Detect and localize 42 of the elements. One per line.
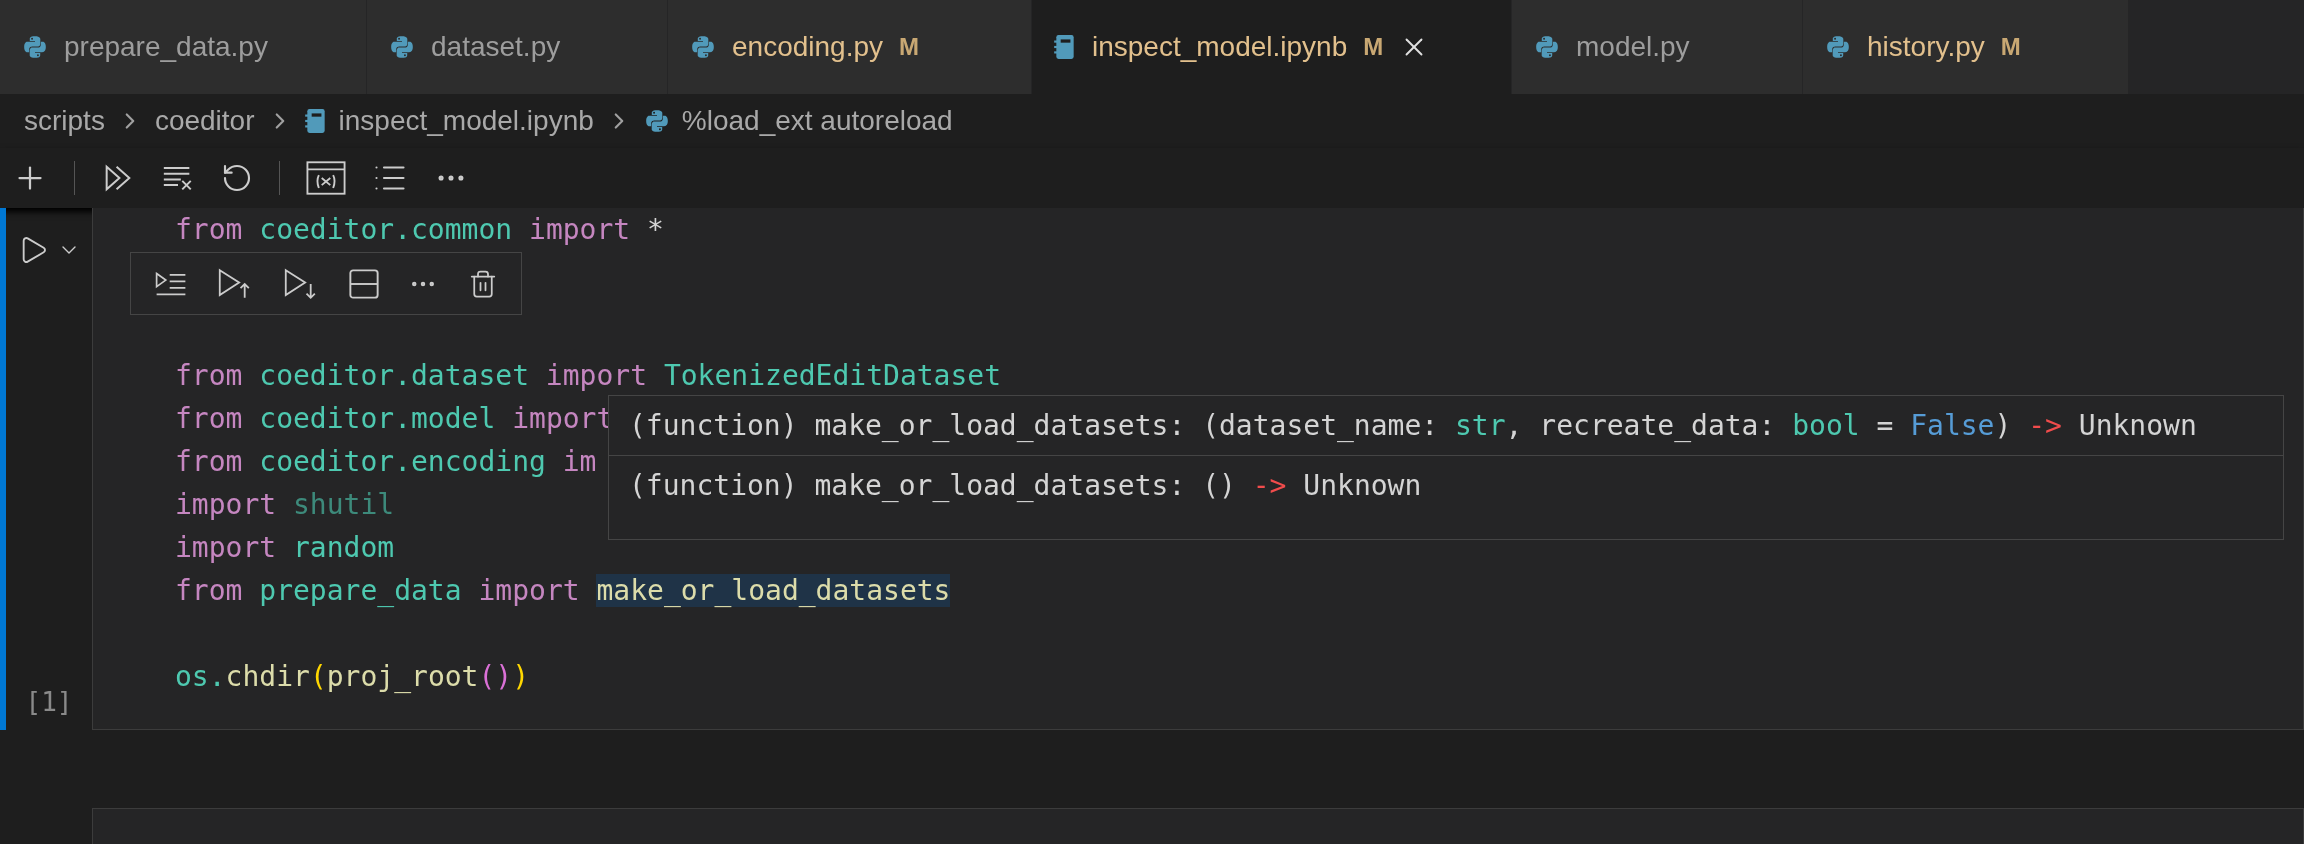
editor-tab[interactable]: history.py M (1803, 0, 2129, 94)
code-line: from coeditor.common import * (175, 213, 664, 246)
signature-text: (function) make_or_load_datasets: (dataset_name: str, recreate_data: bool = False) -> Unknown (629, 407, 2197, 444)
python-icon (1825, 34, 1851, 60)
breadcrumb-item[interactable]: inspect_model.ipynb (338, 100, 594, 142)
breadcrumb-item[interactable]: coeditor (154, 100, 255, 142)
python-icon (1534, 34, 1560, 60)
python-icon (389, 34, 415, 60)
code-line: import shutil (175, 488, 395, 521)
python-icon (643, 108, 670, 134)
tab-label: dataset.py (431, 30, 561, 64)
editor-tab[interactable]: prepare_data.py (0, 0, 367, 94)
code-line: from coeditor.encoding im (175, 445, 597, 478)
code-line: from prepare_data import make_or_load_datasets (175, 574, 951, 607)
execution-count: [1] (25, 686, 73, 719)
python-icon (22, 34, 48, 60)
tab-label: prepare_data.py (64, 30, 268, 64)
tab-label: inspect_model.ipynb (1092, 30, 1348, 64)
python-icon (690, 34, 716, 60)
tab-label: history.py (1867, 30, 1985, 64)
tab-label: model.py (1576, 30, 1690, 64)
editor-tab[interactable]: dataset.py (367, 0, 668, 94)
modified-indicator: M (2000, 32, 2021, 62)
split-cell-icon[interactable] (348, 268, 379, 299)
variables-icon[interactable] (306, 160, 346, 196)
code-line: os.chdir(proj_root()) (175, 660, 530, 693)
editor-tab[interactable]: encoding.py M (668, 0, 1032, 94)
notebook-icon (304, 108, 327, 134)
breadcrumb-item[interactable]: %load_ext autoreload (681, 100, 953, 142)
editor-tab[interactable]: model.py (1512, 0, 1803, 94)
code-line: from coeditor.dataset import TokenizedEditDataset (175, 359, 1002, 392)
code-cell[interactable] (92, 808, 2304, 844)
code-line: from coeditor.model import (175, 402, 614, 435)
code-line: import random (175, 531, 395, 564)
modified-indicator: M (899, 32, 919, 62)
signature-text: (function) make_or_load_datasets: () -> Unknown (629, 468, 1422, 504)
editor-tab[interactable]: inspect_model.ipynb M (1032, 0, 1512, 94)
restart-icon[interactable] (221, 162, 253, 194)
notebook-icon (1054, 34, 1076, 60)
modified-indicator: M (1363, 32, 1384, 62)
tab-label: encoding.py (732, 30, 883, 64)
breadcrumb-item[interactable]: scripts (24, 100, 105, 142)
